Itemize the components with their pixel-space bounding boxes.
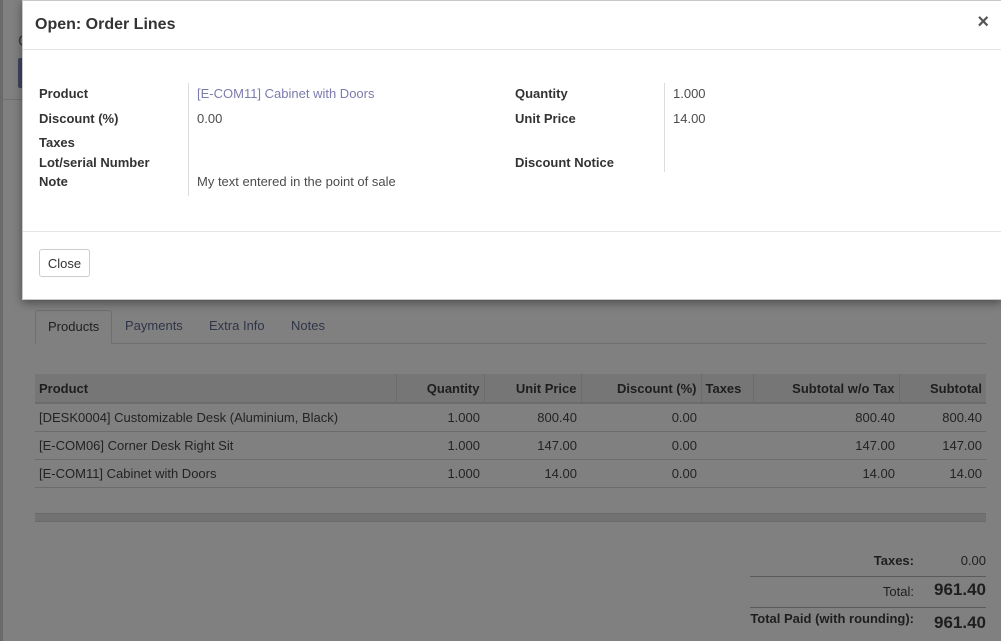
- cell-discount: 0.00: [581, 459, 701, 488]
- col-header-product[interactable]: Product: [35, 374, 396, 404]
- totals-taxes-value: 0.00: [960, 553, 986, 568]
- discount-label: Discount (%): [39, 111, 119, 126]
- cell-subtotal: 800.40: [899, 403, 986, 432]
- cell-unit-price: 14.00: [484, 459, 581, 488]
- cell-product: [E-COM11] Cabinet with Doors: [35, 459, 396, 488]
- note-value: My text entered in the point of sale: [197, 174, 396, 189]
- cell-quantity: 1.000: [396, 431, 484, 460]
- unit-price-value: 14.00: [673, 111, 706, 126]
- totals-taxes-label: Taxes:: [873, 553, 914, 568]
- table-header-row: Product Quantity Unit Price Discount (%)…: [35, 374, 986, 404]
- col-header-taxes[interactable]: Taxes: [700, 374, 753, 404]
- taxes-label: Taxes: [39, 135, 75, 150]
- table-row[interactable]: [E-COM06] Corner Desk Right Sit 1.000 14…: [35, 431, 986, 460]
- tab-products[interactable]: Products: [35, 310, 113, 344]
- totals-total-value: 961.40: [934, 580, 986, 599]
- order-lines-table: Product Quantity Unit Price Discount (%)…: [35, 374, 986, 488]
- totals-paid-label: Total Paid (with rounding):: [750, 611, 914, 626]
- notebook-tabs: Products Payments Extra Info Notes: [35, 310, 986, 344]
- discount-value: 0.00: [197, 111, 223, 126]
- quantity-value: 1.000: [673, 86, 706, 101]
- discount-notice-label: Discount Notice: [515, 155, 614, 170]
- note-label: Note: [39, 174, 68, 189]
- tab-extra-info[interactable]: Extra Info: [197, 310, 277, 342]
- totals-paid-row: Total Paid (with rounding): 961.40: [750, 608, 986, 634]
- quantity-label: Quantity: [515, 86, 568, 101]
- close-icon[interactable]: ×: [977, 12, 989, 32]
- cell-quantity: 1.000: [396, 459, 484, 488]
- col-header-subtotal-wo-tax[interactable]: Subtotal w/o Tax: [752, 374, 899, 404]
- col-header-subtotal[interactable]: Subtotal: [898, 374, 986, 404]
- cell-unit-price: 800.40: [484, 403, 581, 432]
- cell-taxes: [701, 431, 753, 460]
- cell-product: [E-COM06] Corner Desk Right Sit: [35, 431, 396, 460]
- order-line-dialog: Open: Order Lines × Product [E-COM11] Ca…: [22, 0, 1001, 300]
- cell-subtotal-wo-tax: 800.40: [753, 403, 899, 432]
- cell-subtotal-wo-tax: 14.00: [753, 459, 899, 488]
- right-column-divider: [664, 83, 665, 172]
- col-header-unit-price[interactable]: Unit Price: [483, 374, 581, 404]
- table-row[interactable]: [E-COM11] Cabinet with Doors 1.000 14.00…: [35, 459, 986, 488]
- dialog-header: Open: Order Lines ×: [23, 1, 1001, 50]
- totals-taxes-row: Taxes: 0.00: [750, 550, 986, 572]
- horizontal-scrollbar[interactable]: [35, 513, 986, 522]
- cell-subtotal: 147.00: [899, 431, 986, 460]
- cell-discount: 0.00: [581, 403, 701, 432]
- left-column-divider: [188, 83, 189, 196]
- cell-product: [DESK0004] Customizable Desk (Aluminium,…: [35, 403, 396, 432]
- cell-unit-price: 147.00: [484, 431, 581, 460]
- order-totals: Taxes: 0.00 Total: 961.40 Total Paid (wi…: [750, 550, 986, 634]
- close-button[interactable]: Close: [39, 249, 90, 277]
- lot-serial-label: Lot/serial Number: [39, 155, 150, 170]
- col-header-discount[interactable]: Discount (%): [580, 374, 701, 404]
- totals-total-row: Total: 961.40: [750, 577, 986, 603]
- dialog-footer: Close: [23, 231, 1001, 300]
- product-link[interactable]: [E-COM11] Cabinet with Doors: [197, 86, 375, 101]
- cell-subtotal-wo-tax: 147.00: [753, 431, 899, 460]
- tab-payments[interactable]: Payments: [113, 310, 195, 342]
- cell-quantity: 1.000: [396, 403, 484, 432]
- product-label: Product: [39, 86, 89, 101]
- cell-subtotal: 14.00: [899, 459, 986, 488]
- table-row[interactable]: [DESK0004] Customizable Desk (Aluminium,…: [35, 403, 986, 432]
- cell-taxes: [701, 459, 753, 488]
- cell-discount: 0.00: [581, 431, 701, 460]
- dialog-title: Open: Order Lines: [35, 16, 176, 33]
- totals-paid-value: 961.40: [934, 613, 986, 632]
- unit-price-label: Unit Price: [515, 111, 576, 126]
- dialog-body: Product [E-COM11] Cabinet with Doors Dis…: [23, 50, 1001, 231]
- tab-notes[interactable]: Notes: [279, 310, 337, 342]
- col-header-quantity[interactable]: Quantity: [395, 374, 484, 404]
- totals-total-label: Total:: [882, 584, 914, 599]
- cell-taxes: [701, 403, 753, 432]
